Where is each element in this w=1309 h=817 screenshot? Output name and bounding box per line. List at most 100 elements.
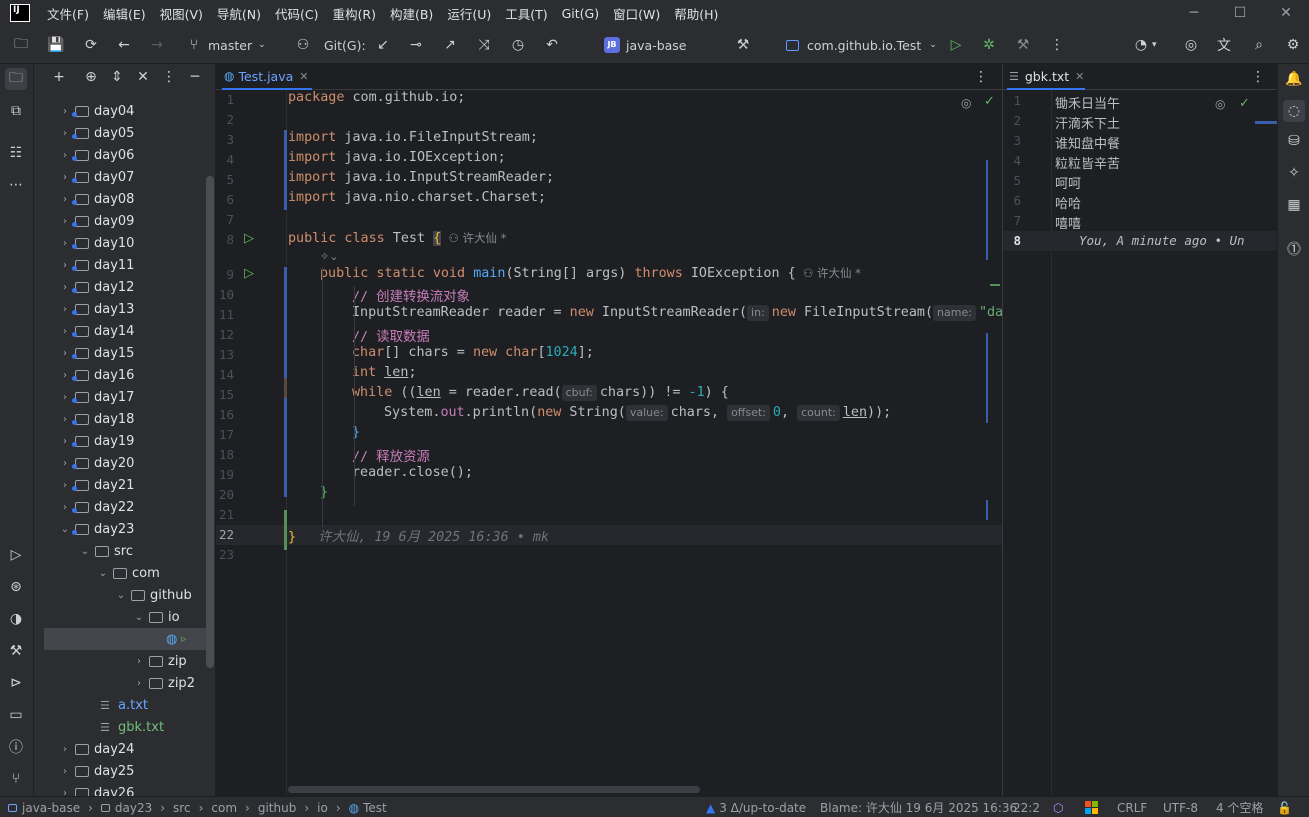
text-line[interactable]: 哈哈	[1055, 193, 1081, 212]
tree-row-day04[interactable]: › day04	[34, 100, 214, 122]
crumb-test[interactable]: Test	[363, 801, 387, 815]
chevron-down-icon[interactable]: ⌄	[114, 590, 128, 601]
build-hammer-icon[interactable]: ⚒	[732, 26, 754, 64]
text-line[interactable]: 粒粒皆辛苦	[1055, 153, 1120, 172]
problems-icon[interactable]: ⓘ	[5, 736, 27, 758]
change-marker-stripe[interactable]	[990, 284, 1000, 286]
code-line[interactable]: reader.close();	[352, 465, 473, 480]
tree-row-day09[interactable]: › day09	[34, 210, 214, 232]
expand-all-icon[interactable]: ⇕	[106, 66, 128, 88]
menu-window[interactable]: 窗口(W)	[606, 4, 667, 23]
coverage-icon[interactable]: ▦	[1283, 194, 1305, 216]
inline-blame[interactable]: 许大仙, 19 6月 2025 16:36 • mk	[318, 530, 549, 545]
editor-options-icon[interactable]: ⋮	[970, 66, 992, 88]
inline-blame[interactable]: You, A minute ago • Un	[1079, 233, 1245, 248]
tree-row-day16[interactable]: › day16	[34, 364, 214, 386]
code-area[interactable]: 1 2 3 4 5 6 7 8 9 10 11 12 13 14 15 16 17 18 19 20 21 22 23 ▷ ▷ p…	[216, 90, 1002, 796]
tree-row-day08[interactable]: › day08	[34, 188, 214, 210]
sync-icon[interactable]: ⟳	[80, 26, 102, 64]
chevron-right-icon[interactable]: ›	[58, 766, 72, 777]
run-button[interactable]: ▷	[945, 26, 967, 64]
chevron-right-icon[interactable]: ›	[58, 436, 72, 447]
tree-row-zip[interactable]: › zip	[34, 650, 214, 672]
debug-button[interactable]: ✲	[978, 26, 1000, 64]
chevron-right-icon[interactable]: ›	[58, 370, 72, 381]
chevron-right-icon[interactable]: ›	[58, 260, 72, 271]
debug-tool-icon[interactable]: ⊳	[5, 672, 27, 694]
terminal-icon[interactable]: ▭	[5, 704, 27, 726]
tree-row-day12[interactable]: › day12	[34, 276, 214, 298]
run-class-icon[interactable]: ▷	[244, 231, 254, 246]
chevron-right-icon[interactable]: ›	[132, 678, 146, 689]
tree-row-day24[interactable]: › day24	[34, 738, 214, 760]
vcs-change-marker[interactable]	[284, 457, 287, 497]
crumb-src[interactable]: src	[173, 801, 191, 815]
project-view-icon[interactable]: 🗀	[5, 68, 27, 90]
menu-navigate[interactable]: 导航(N)	[210, 4, 268, 23]
services-icon[interactable]: ⊛	[5, 576, 27, 598]
code-line[interactable]: import java.io.FileInputStream;	[288, 130, 538, 145]
app-logo[interactable]: IJ	[10, 4, 30, 22]
vcs-status[interactable]: ▲ 3 Δ/up-to-date	[706, 797, 806, 817]
change-marker-stripe[interactable]	[986, 160, 988, 260]
chevron-right-icon[interactable]: ›	[58, 150, 72, 161]
locate-icon[interactable]: ⊕	[80, 66, 102, 88]
menu-view[interactable]: 视图(V)	[153, 4, 210, 23]
code-line[interactable]: InputStreamReader reader = new InputStre…	[352, 305, 1002, 321]
menu-git[interactable]: Git(G)	[555, 6, 607, 21]
vcs-change-marker[interactable]	[284, 309, 287, 389]
maven-icon[interactable]: ✧	[1283, 162, 1305, 184]
open-folder-icon[interactable]: 🗀	[10, 26, 32, 64]
code-line[interactable]: char[] chars = new char[1024];	[352, 345, 594, 360]
git-merge-icon[interactable]: ⤨	[473, 26, 495, 64]
vcs-change-marker[interactable]	[284, 510, 287, 550]
text-line[interactable]: 锄禾日当午	[1055, 93, 1120, 112]
chevron-down-icon[interactable]: ⌄	[132, 612, 146, 623]
tree-row-day17[interactable]: › day17	[34, 386, 214, 408]
forward-icon[interactable]: →	[146, 26, 168, 64]
tree-row-day05[interactable]: › day05	[34, 122, 214, 144]
tree-row-test-class[interactable]: ◍ ▹	[44, 628, 214, 650]
tree-row-day23[interactable]: ⌄ day23	[34, 518, 214, 540]
horizontal-scrollbar[interactable]	[288, 786, 700, 793]
code-line[interactable]: import java.io.IOException;	[288, 150, 506, 165]
code-line[interactable]: // 创建转换流对象	[352, 285, 470, 305]
crumb-day23[interactable]: day23	[115, 801, 152, 815]
tree-row-day15[interactable]: › day15	[34, 342, 214, 364]
chevron-right-icon[interactable]: ›	[58, 216, 72, 227]
maximize-icon[interactable]: ☐	[1217, 0, 1263, 26]
code-line[interactable]: // 读取数据	[352, 325, 430, 345]
code-with-me-icon[interactable]: ◔ ▾	[1130, 26, 1157, 64]
profiler-icon[interactable]: ◑	[5, 608, 27, 630]
tree-row-day26[interactable]: › day26	[34, 782, 214, 796]
ai-inline-hint-icon[interactable]: ✧⌄	[320, 250, 338, 263]
code-line[interactable]: System.out.println(new String(value: char…	[384, 405, 891, 421]
add-icon[interactable]: +	[48, 66, 70, 88]
close-tab-icon[interactable]: ✕	[299, 70, 308, 83]
chevron-right-icon[interactable]: ›	[132, 656, 146, 667]
ai-status-icon[interactable]: ⬡	[1053, 797, 1063, 817]
save-icon[interactable]: 💾	[45, 26, 67, 64]
crumb-project[interactable]: java-base	[22, 801, 80, 815]
tree-row-day06[interactable]: › day06	[34, 144, 214, 166]
git-push-icon[interactable]: ↗	[439, 26, 461, 64]
tree-row-day22[interactable]: › day22	[34, 496, 214, 518]
account-icon[interactable]: ⚇	[292, 26, 314, 64]
vcs-change-marker[interactable]	[284, 130, 287, 210]
windows-logo-icon[interactable]	[1085, 797, 1098, 817]
database-icon[interactable]: ⛁	[1283, 130, 1305, 152]
settings-gear-icon[interactable]: ⚙	[1282, 26, 1304, 64]
menu-tools[interactable]: 工具(T)	[498, 4, 554, 23]
run-tool-icon[interactable]: ▷	[5, 544, 27, 566]
menu-code[interactable]: 代码(C)	[268, 4, 325, 23]
run-config-selector[interactable]: com.github.io.Test ⌄	[786, 26, 937, 64]
tree-row-day25[interactable]: › day25	[34, 760, 214, 782]
chevron-right-icon[interactable]: ›	[58, 480, 72, 491]
crumb-github[interactable]: github	[258, 801, 296, 815]
chevron-right-icon[interactable]: ›	[58, 392, 72, 403]
chevron-right-icon[interactable]: ›	[58, 304, 72, 315]
chevron-right-icon[interactable]: ›	[58, 348, 72, 359]
lock-icon[interactable]: 🔓	[1277, 797, 1292, 817]
chevron-right-icon[interactable]: ›	[58, 502, 72, 513]
reader-mode-eye-icon[interactable]: ◎	[961, 96, 971, 110]
